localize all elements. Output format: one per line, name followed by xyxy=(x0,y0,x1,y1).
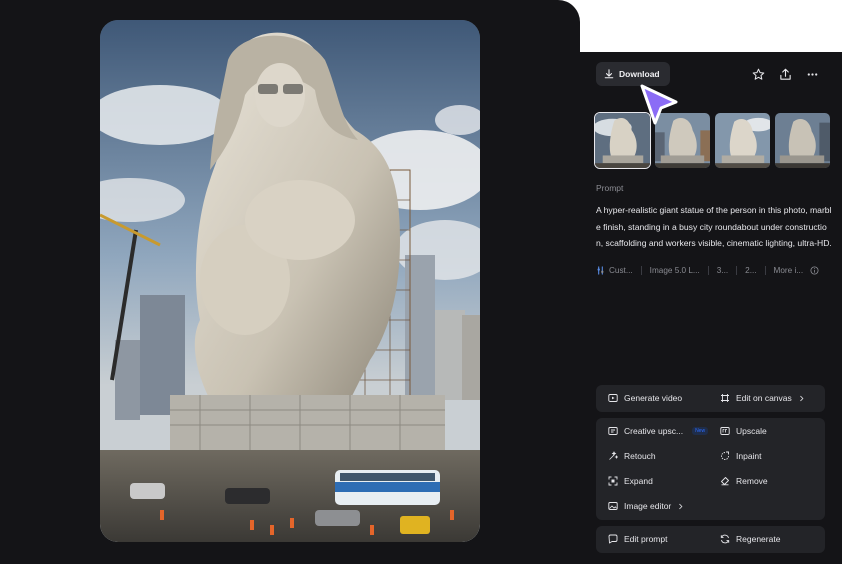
share-icon xyxy=(779,68,791,80)
edit-prompt-icon xyxy=(608,534,618,544)
panel-toolbar: Download xyxy=(596,62,830,86)
info-icon xyxy=(810,266,819,275)
image-stage xyxy=(0,0,580,564)
prompt-label: Prompt xyxy=(596,183,624,193)
thumbnail-4[interactable] xyxy=(774,112,831,169)
more-icon xyxy=(807,72,817,76)
download-icon xyxy=(604,69,614,79)
meta-divider xyxy=(707,266,709,275)
retouch-icon xyxy=(609,451,618,460)
eraser-icon xyxy=(721,477,729,486)
upscale-button[interactable]: Upscale xyxy=(720,426,767,436)
thumbnail-image xyxy=(715,113,770,168)
generation-meta: Cust... Image 5.0 L... 3... 2... More i.… xyxy=(596,266,834,275)
variation-thumbnails xyxy=(594,112,831,169)
thumbnail-image xyxy=(655,113,710,168)
image-editor-icon xyxy=(608,502,618,510)
action-group-primary: Generate video Edit on canvas xyxy=(596,385,825,412)
generate-video-button[interactable]: Generate video xyxy=(608,393,682,403)
meta-more[interactable]: More i... xyxy=(774,266,820,275)
download-label: Download xyxy=(619,69,660,79)
more-options-button[interactable] xyxy=(804,66,820,82)
new-badge: New xyxy=(692,427,709,435)
image-editor-button[interactable]: Image editor xyxy=(608,501,684,511)
refresh-icon xyxy=(720,534,730,544)
remove-button[interactable]: Remove xyxy=(720,476,768,486)
upscale-icon xyxy=(720,427,730,435)
details-panel: Download Prompt A hyper-realistic giant … xyxy=(580,52,842,564)
thumbnail-2[interactable] xyxy=(654,112,711,169)
canvas-icon xyxy=(721,394,729,402)
prompt-text: A hyper-realistic giant statue of the pe… xyxy=(596,205,832,248)
generated-image[interactable] xyxy=(100,20,480,542)
retouch-button[interactable]: Retouch xyxy=(608,451,656,461)
expand-button[interactable]: Expand xyxy=(608,476,653,486)
meta-ratio: 3... xyxy=(716,266,729,275)
regenerate-button[interactable]: Regenerate xyxy=(720,534,780,544)
meta-model: Image 5.0 L... xyxy=(649,266,700,275)
action-group-prompt: Edit prompt Regenerate xyxy=(596,526,825,553)
thumbnail-3[interactable] xyxy=(714,112,771,169)
meta-style[interactable]: Cust... xyxy=(596,266,633,275)
video-icon xyxy=(608,394,618,402)
favorite-button[interactable] xyxy=(750,66,766,82)
creative-upscale-icon xyxy=(608,427,618,435)
thumbnail-image xyxy=(775,113,830,168)
meta-divider xyxy=(764,266,766,275)
giant-statue-illustration xyxy=(100,20,480,542)
edit-prompt-button[interactable]: Edit prompt xyxy=(608,534,667,544)
creative-upscale-button[interactable]: Creative upsc... New xyxy=(608,426,709,436)
chevron-right-icon xyxy=(799,395,804,401)
inpaint-button[interactable]: Inpaint xyxy=(720,451,762,461)
expand-icon xyxy=(608,476,618,486)
edit-on-canvas-button[interactable]: Edit on canvas xyxy=(720,393,805,403)
meta-divider xyxy=(736,266,738,275)
share-button[interactable] xyxy=(777,66,793,82)
thumbnail-image xyxy=(595,113,650,168)
inpaint-icon xyxy=(721,451,729,460)
star-icon xyxy=(752,68,764,80)
download-button[interactable]: Download xyxy=(596,62,670,86)
action-group-edit: Creative upsc... New Upscale Retouch Inp… xyxy=(596,418,825,520)
meta-divider xyxy=(640,266,642,275)
chevron-right-icon xyxy=(679,503,683,509)
thumbnail-1[interactable] xyxy=(594,112,651,169)
custom-style-icon xyxy=(597,266,604,275)
meta-count: 2... xyxy=(745,266,757,275)
